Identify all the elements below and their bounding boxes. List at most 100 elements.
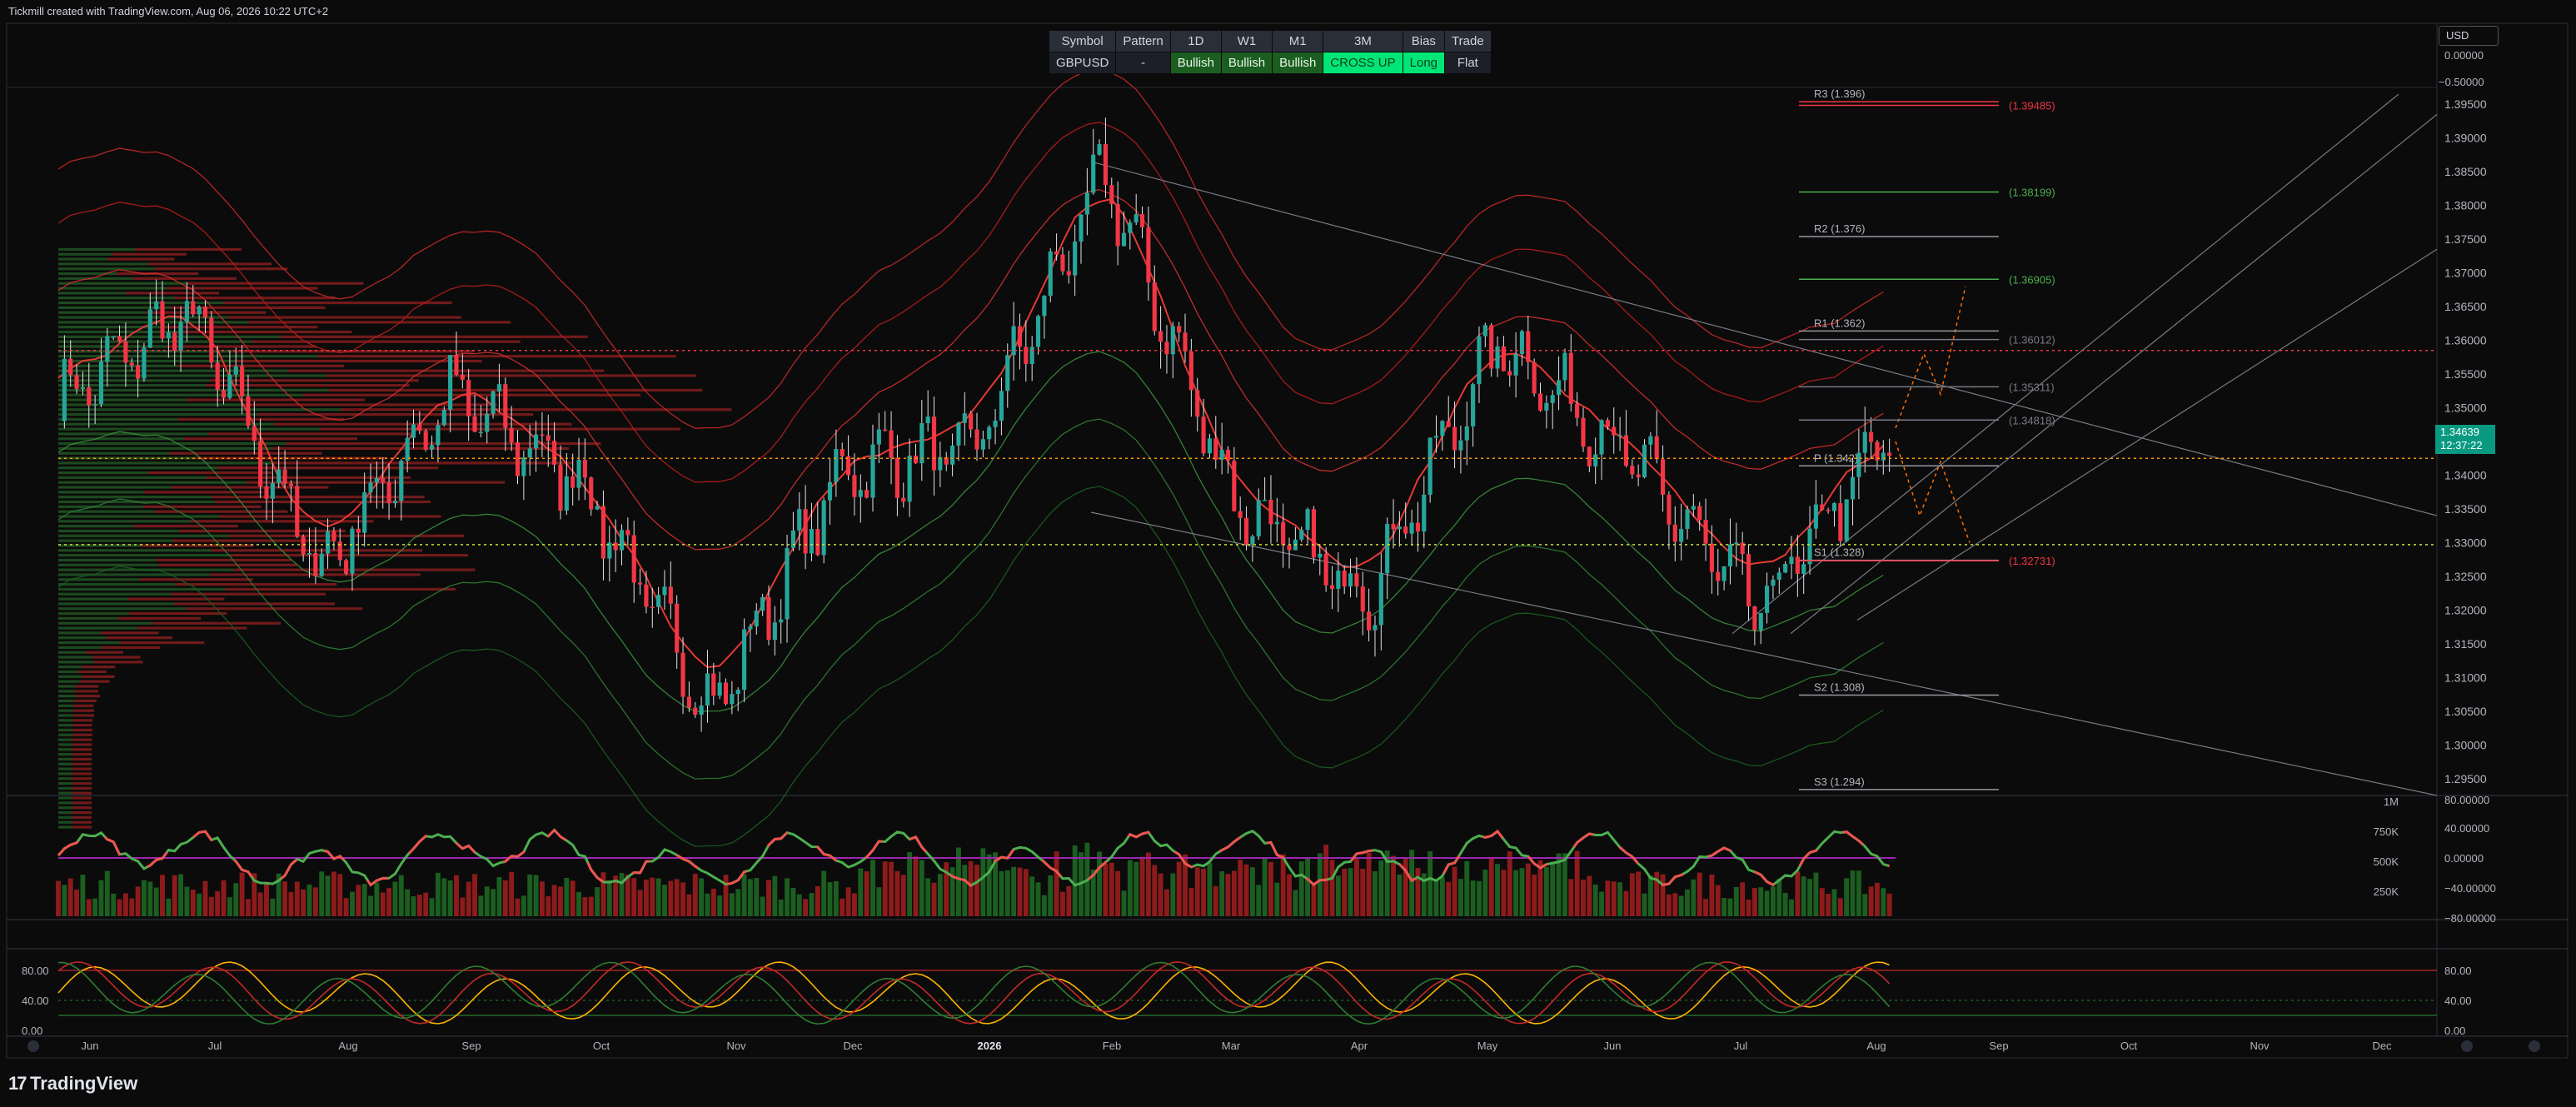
volume-profile-bar — [217, 466, 439, 470]
volume-bar — [747, 879, 753, 916]
volume-bar — [1795, 871, 1801, 916]
volume-profile-bar — [328, 388, 703, 392]
volume-bar — [723, 875, 729, 916]
status-header-cell: Pattern — [1115, 30, 1171, 52]
candle-up — [1685, 509, 1690, 530]
volume-profile-bar — [72, 796, 92, 800]
candle-up — [399, 461, 404, 501]
candle-down — [1195, 390, 1200, 417]
volume-profile-bar — [326, 374, 696, 377]
candle-down — [1489, 325, 1494, 369]
volume-bar — [1807, 879, 1812, 916]
price-tick-label: 1.30000 — [2444, 738, 2487, 751]
volume-bar — [74, 890, 80, 916]
volume-bar — [135, 886, 141, 916]
volume-bar — [1691, 879, 1697, 916]
volume-bar — [1280, 854, 1286, 916]
volume-bar — [772, 875, 778, 916]
volume-profile-bar — [58, 762, 72, 765]
volume-bar — [435, 872, 441, 916]
oscillator-tick-label: −40.00000 — [2444, 882, 2496, 895]
price-tick-label: 1.35000 — [2444, 401, 2487, 415]
price-tick-label: 1.32000 — [2444, 603, 2487, 616]
candle-up — [1783, 563, 1788, 573]
time-tick-label: Nov — [726, 1040, 746, 1052]
volume-profile-bar — [174, 297, 336, 300]
candle-down — [589, 477, 594, 510]
volume-bar — [1225, 874, 1231, 916]
candle-up — [870, 444, 875, 498]
volume-profile-bar — [72, 825, 92, 829]
volume-bar — [1115, 870, 1121, 916]
volume-profile-bar — [58, 247, 136, 252]
volume-bar — [1532, 874, 1537, 916]
candle-up — [1679, 529, 1684, 542]
auto-scale-icon — [2461, 1040, 2473, 1052]
candle-up — [1409, 522, 1414, 534]
oscillator-tick-label: 40.00000 — [2444, 822, 2489, 835]
candle-up — [1336, 571, 1341, 589]
candle-down — [913, 455, 919, 464]
volume-bar — [1158, 873, 1163, 916]
candle-up — [184, 301, 189, 322]
candle-up — [147, 309, 152, 348]
candle-down — [711, 673, 716, 696]
volume-profile-bar — [58, 355, 318, 358]
volume-profile-bar — [58, 626, 138, 630]
candle-down — [540, 434, 545, 436]
volume-bar — [1599, 891, 1604, 916]
price-level-label: (1.34818) — [2009, 414, 2055, 426]
volume-profile-bar — [58, 680, 80, 683]
candle-up — [1263, 499, 1268, 501]
candle-up — [907, 455, 912, 502]
candle-down — [1060, 254, 1065, 272]
volume-bar — [790, 887, 796, 916]
volume-profile-bar — [58, 413, 258, 416]
candle-down — [1654, 436, 1659, 460]
candle-up — [1079, 214, 1084, 242]
volume-bar — [894, 870, 900, 916]
candle-up — [576, 460, 581, 488]
candle-down — [221, 390, 227, 398]
volume-bar — [515, 898, 521, 916]
volume-bar — [1550, 861, 1556, 916]
candle-up — [496, 384, 502, 391]
volume-profile-bar — [85, 651, 123, 654]
candle-up — [436, 425, 441, 446]
candle-up — [980, 439, 985, 450]
volume-profile-bar — [182, 330, 352, 334]
candle-down — [1795, 556, 1800, 574]
volume-bar — [1562, 853, 1567, 916]
volume-bar — [1678, 895, 1684, 916]
volume-bar — [803, 899, 809, 916]
candle-down — [1703, 520, 1708, 544]
volume-profile-bar — [58, 267, 155, 271]
time-tick-label: Mar — [1222, 1040, 1241, 1052]
settings-icon — [2529, 1040, 2540, 1052]
volume-bar — [705, 893, 710, 916]
candle-down — [136, 365, 141, 379]
candle-down — [883, 429, 888, 431]
candle-down — [600, 506, 606, 559]
currency-selector[interactable]: USD — [2439, 26, 2499, 46]
volume-profile-bar — [135, 247, 242, 252]
price-tick-label: 1.35500 — [2444, 367, 2487, 381]
volume-profile-bar — [58, 534, 229, 537]
volume-tick-label: 500K — [2374, 855, 2399, 868]
volume-profile-bar — [72, 801, 92, 805]
volume-profile-bar — [58, 690, 76, 693]
volume-bar — [1782, 892, 1788, 916]
candle-up — [797, 509, 802, 531]
volume-bar — [153, 887, 159, 916]
volume-profile-bar — [58, 714, 74, 717]
volume-bar — [546, 896, 551, 916]
volume-bar — [1103, 863, 1109, 916]
volume-profile-bar — [72, 743, 92, 746]
volume-bar — [166, 898, 172, 916]
candle-down — [1415, 522, 1421, 532]
volume-profile-bar — [317, 355, 676, 358]
candle-up — [858, 490, 863, 497]
candle-up — [1721, 566, 1726, 581]
tradingview-logo[interactable]: 17 TradingView — [8, 1073, 137, 1095]
candle-down — [546, 435, 551, 441]
